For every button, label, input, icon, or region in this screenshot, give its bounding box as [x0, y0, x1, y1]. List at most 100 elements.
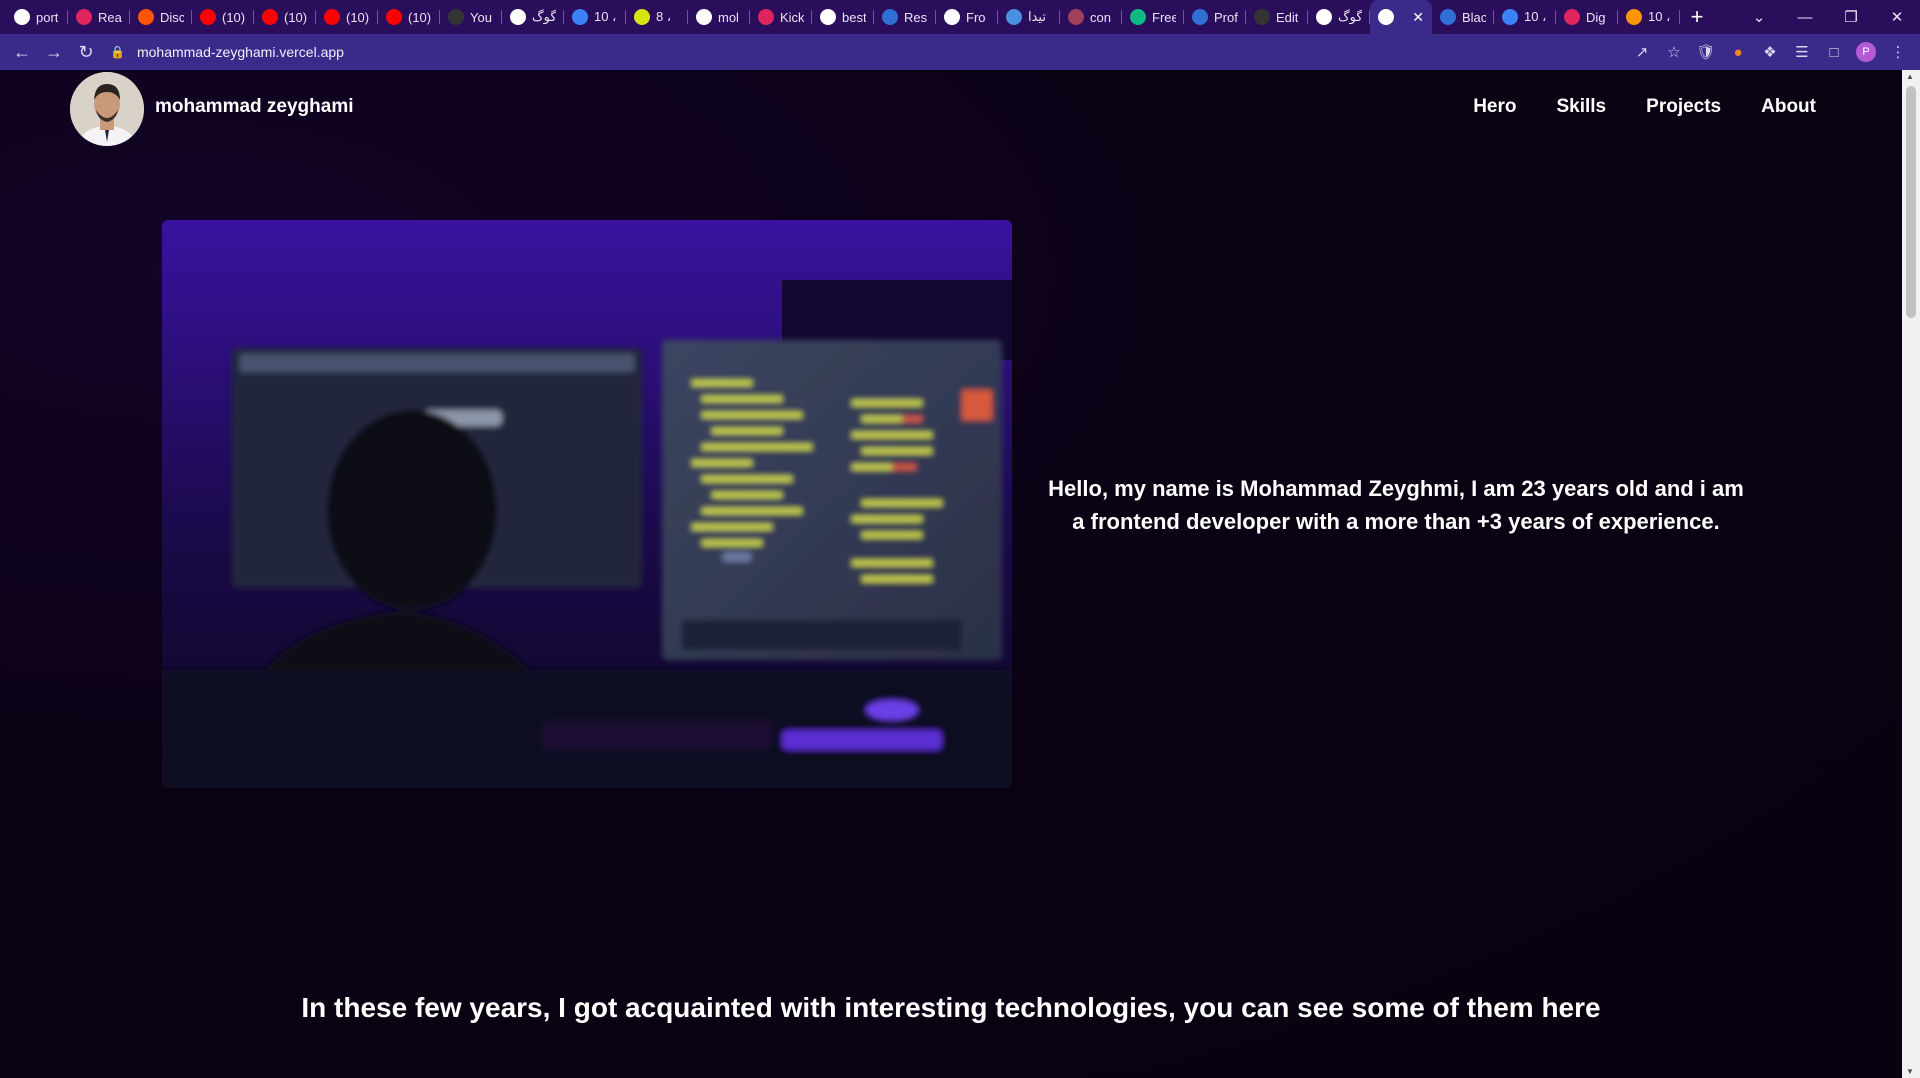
browser-tab[interactable]: Blac	[1432, 0, 1494, 34]
youtube-icon	[324, 9, 340, 25]
browser-tab[interactable]: best	[812, 0, 874, 34]
browser-tab[interactable]: 10 ،	[1618, 0, 1680, 34]
skills-section-title: In these few years, I got acquainted wit…	[301, 992, 1601, 1023]
nav-hero[interactable]: Hero	[1473, 96, 1516, 118]
gauge-icon	[634, 9, 650, 25]
brand-name[interactable]: mohammad zeyghami	[155, 96, 354, 118]
browser-toolbar: ← → ↻ 🔒 mohammad-zeyghami.vercel.app ↗ ☆…	[0, 34, 1920, 70]
scrollbar-thumb[interactable]	[1906, 86, 1916, 318]
nav-skills[interactable]: Skills	[1556, 96, 1606, 118]
shield-extension-icon[interactable]: 🛡	[1692, 43, 1720, 61]
browser-tab[interactable]: Res	[874, 0, 936, 34]
browser-tab[interactable]: 10 ،	[564, 0, 626, 34]
site-header: mohammad zeyghami Hero Skills Projects A…	[0, 70, 1902, 146]
browser-tab[interactable]: 10 ،	[1494, 0, 1556, 34]
tab-title: Fro	[966, 9, 986, 25]
puzzle-extensions-icon[interactable]: ❖	[1756, 43, 1784, 61]
browser-tab[interactable]: con	[1060, 0, 1122, 34]
tab-title: (10)	[222, 9, 246, 25]
tab-title: 10 ،	[594, 9, 617, 24]
close-tab-icon[interactable]: ✕	[1412, 9, 1424, 26]
tab-title: (10)	[408, 9, 432, 25]
tab-title: Kick	[780, 9, 804, 25]
reading-list-icon[interactable]: ☰	[1788, 43, 1816, 61]
nav-about[interactable]: About	[1761, 96, 1816, 118]
browser-tab[interactable]: (10)	[254, 0, 316, 34]
browser-tab[interactable]: Free	[1122, 0, 1184, 34]
tab-title: 10 ،	[1648, 9, 1671, 24]
tab-title: con	[1090, 9, 1111, 25]
browser-tab[interactable]: Fro	[936, 0, 998, 34]
react-icon	[76, 9, 92, 25]
b-icon	[1006, 9, 1022, 25]
browser-tab[interactable]: Rea	[68, 0, 130, 34]
new-tab-button[interactable]: +	[1680, 4, 1714, 30]
page-scrollbar[interactable]: ▲ ▼	[1902, 70, 1920, 1078]
browser-tab[interactable]: Edit	[1246, 0, 1308, 34]
nav-projects[interactable]: Projects	[1646, 96, 1721, 118]
close-window-button[interactable]: ✕	[1874, 8, 1920, 26]
browser-tab[interactable]: تیدا	[998, 0, 1060, 34]
browser-tab[interactable]: port	[6, 0, 68, 34]
menu-kebab-icon[interactable]: ⋮	[1884, 43, 1912, 61]
tab-title: Prof	[1214, 9, 1238, 25]
tab-title: Disc	[160, 9, 184, 25]
youtube-icon	[200, 9, 216, 25]
address-bar[interactable]: 🔒 mohammad-zeyghami.vercel.app	[110, 38, 1660, 66]
forward-button[interactable]: →	[38, 42, 70, 63]
firefox-icon	[1626, 9, 1642, 25]
devices-icon	[1192, 9, 1208, 25]
tab-title: 10 ،	[1524, 9, 1547, 24]
browser-tabstrip: port Rea Disc (10) (10) (10) (10) You گوگ 10 ، 8 ،…	[0, 0, 1920, 34]
browser-tab[interactable]: گوگ	[1308, 0, 1370, 34]
tab-title: گوگ	[1338, 9, 1362, 24]
tab-search-icon[interactable]: ⌄	[1736, 8, 1782, 26]
youtube-icon	[262, 9, 278, 25]
avatar[interactable]	[70, 72, 144, 146]
browser-tab[interactable]: ✕	[1370, 0, 1432, 34]
bookmark-star-icon[interactable]: ☆	[1660, 43, 1688, 61]
metamask-extension-icon[interactable]: ●	[1724, 44, 1752, 61]
tab-title: port	[36, 9, 59, 25]
reload-button[interactable]: ↻	[70, 42, 102, 63]
d-icon	[1564, 9, 1580, 25]
profile-avatar[interactable]: P	[1856, 42, 1876, 62]
browser-tab[interactable]: You	[440, 0, 502, 34]
tab-title: Edit	[1276, 9, 1299, 25]
browser-tab[interactable]: Kick	[750, 0, 812, 34]
google-icon	[820, 9, 836, 25]
hero-intro-text: Hello, my name is Mohammad Zeyghmi, I am…	[1048, 476, 1744, 534]
c-icon	[1440, 9, 1456, 25]
browser-tab[interactable]: mol	[688, 0, 750, 34]
soundcloud-icon	[138, 9, 154, 25]
tab-title: (10)	[284, 9, 308, 25]
browser-tab[interactable]: (10)	[378, 0, 440, 34]
minimize-button[interactable]: —	[1782, 9, 1828, 26]
tab-title: (10)	[346, 9, 370, 25]
tab-title: Blac	[1462, 9, 1486, 25]
google-icon	[1316, 9, 1332, 25]
browser-tab[interactable]: (10)	[192, 0, 254, 34]
back-button[interactable]: ←	[6, 42, 38, 63]
browser-tab[interactable]: (10)	[316, 0, 378, 34]
cloud-icon	[572, 9, 588, 25]
share-icon[interactable]: ↗	[1628, 43, 1656, 61]
browser-tab[interactable]: Prof	[1184, 0, 1246, 34]
tab-title: تیدا	[1028, 9, 1046, 24]
browser-tab[interactable]: 8 ،	[626, 0, 688, 34]
grid-icon	[1068, 9, 1084, 25]
restore-button[interactable]: ❐	[1828, 8, 1874, 26]
scroll-down-arrow-icon[interactable]: ▼	[1906, 1067, 1914, 1076]
tab-title: Dig	[1586, 9, 1606, 25]
tab-title: best	[842, 9, 866, 25]
youtube-icon	[386, 9, 402, 25]
side-panel-icon[interactable]: □	[1820, 44, 1848, 61]
browser-tab[interactable]: Dig	[1556, 0, 1618, 34]
scroll-up-arrow-icon[interactable]: ▲	[1906, 72, 1914, 81]
browser-tab[interactable]: گوگ	[502, 0, 564, 34]
extension-icons: ↗ ☆ 🛡 ● ❖ ☰ □ P ⋮	[1628, 34, 1912, 70]
browser-tab[interactable]: Disc	[130, 0, 192, 34]
url-text: mohammad-zeyghami.vercel.app	[136, 44, 344, 60]
window-controls: ⌄ — ❐ ✕	[1736, 0, 1920, 34]
page-viewport: mohammad zeyghami Hero Skills Projects A…	[0, 70, 1902, 1078]
